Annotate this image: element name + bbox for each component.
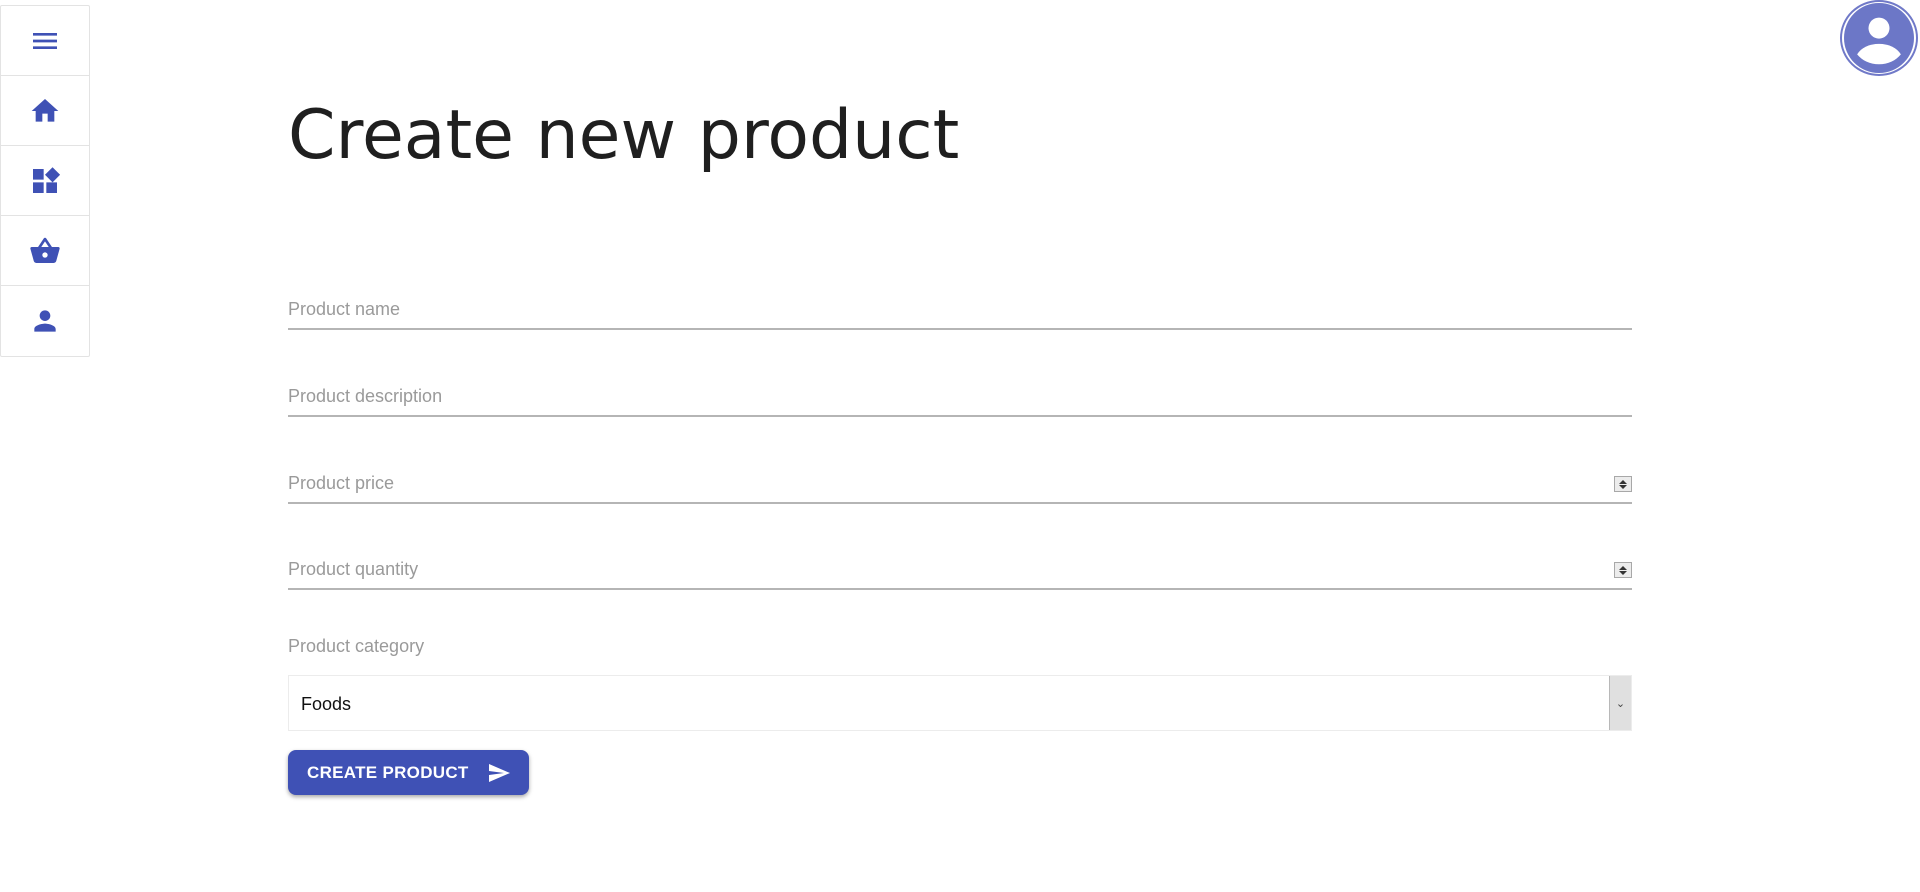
category-label: Product category <box>288 636 425 656</box>
chevron-down-icon[interactable]: ⌄ <box>1609 676 1631 730</box>
create-product-label: CREATE PRODUCT <box>307 762 469 782</box>
account-circle-icon <box>1844 3 1914 73</box>
product-description-field <box>288 377 1632 417</box>
stepper-up-icon <box>1619 479 1627 484</box>
create-product-button[interactable]: CREATE PRODUCT <box>288 750 529 795</box>
sidebar-item-profile[interactable] <box>1 286 89 356</box>
product-quantity-input[interactable] <box>288 550 1632 588</box>
category-selected-value: Foods <box>301 694 352 714</box>
basket-icon <box>30 237 60 263</box>
sidebar-item-home[interactable] <box>1 76 89 146</box>
menu-icon <box>33 32 57 49</box>
category-icon <box>33 166 61 193</box>
home-icon <box>31 98 59 122</box>
sidebar-item-categories[interactable] <box>1 146 89 216</box>
category-select[interactable]: Foods ⌄ <box>288 675 1632 731</box>
price-stepper[interactable] <box>1614 476 1632 492</box>
product-name-input[interactable] <box>288 290 1632 328</box>
sidebar-item-menu[interactable] <box>1 6 89 76</box>
product-name-field <box>288 290 1632 330</box>
stepper-up-icon <box>1619 565 1627 570</box>
product-description-input[interactable] <box>288 377 1632 415</box>
product-price-input[interactable] <box>288 464 1632 502</box>
quantity-stepper[interactable] <box>1614 562 1632 578</box>
page-title: Create new product <box>288 96 960 175</box>
sidebar-nav <box>0 5 90 357</box>
stepper-down-icon <box>1619 484 1627 489</box>
person-icon <box>34 310 56 332</box>
product-price-field <box>288 464 1632 504</box>
product-quantity-field <box>288 550 1632 590</box>
avatar[interactable] <box>1840 0 1918 76</box>
sidebar-item-basket[interactable] <box>1 216 89 286</box>
send-icon <box>488 763 510 782</box>
stepper-down-icon <box>1619 570 1627 575</box>
